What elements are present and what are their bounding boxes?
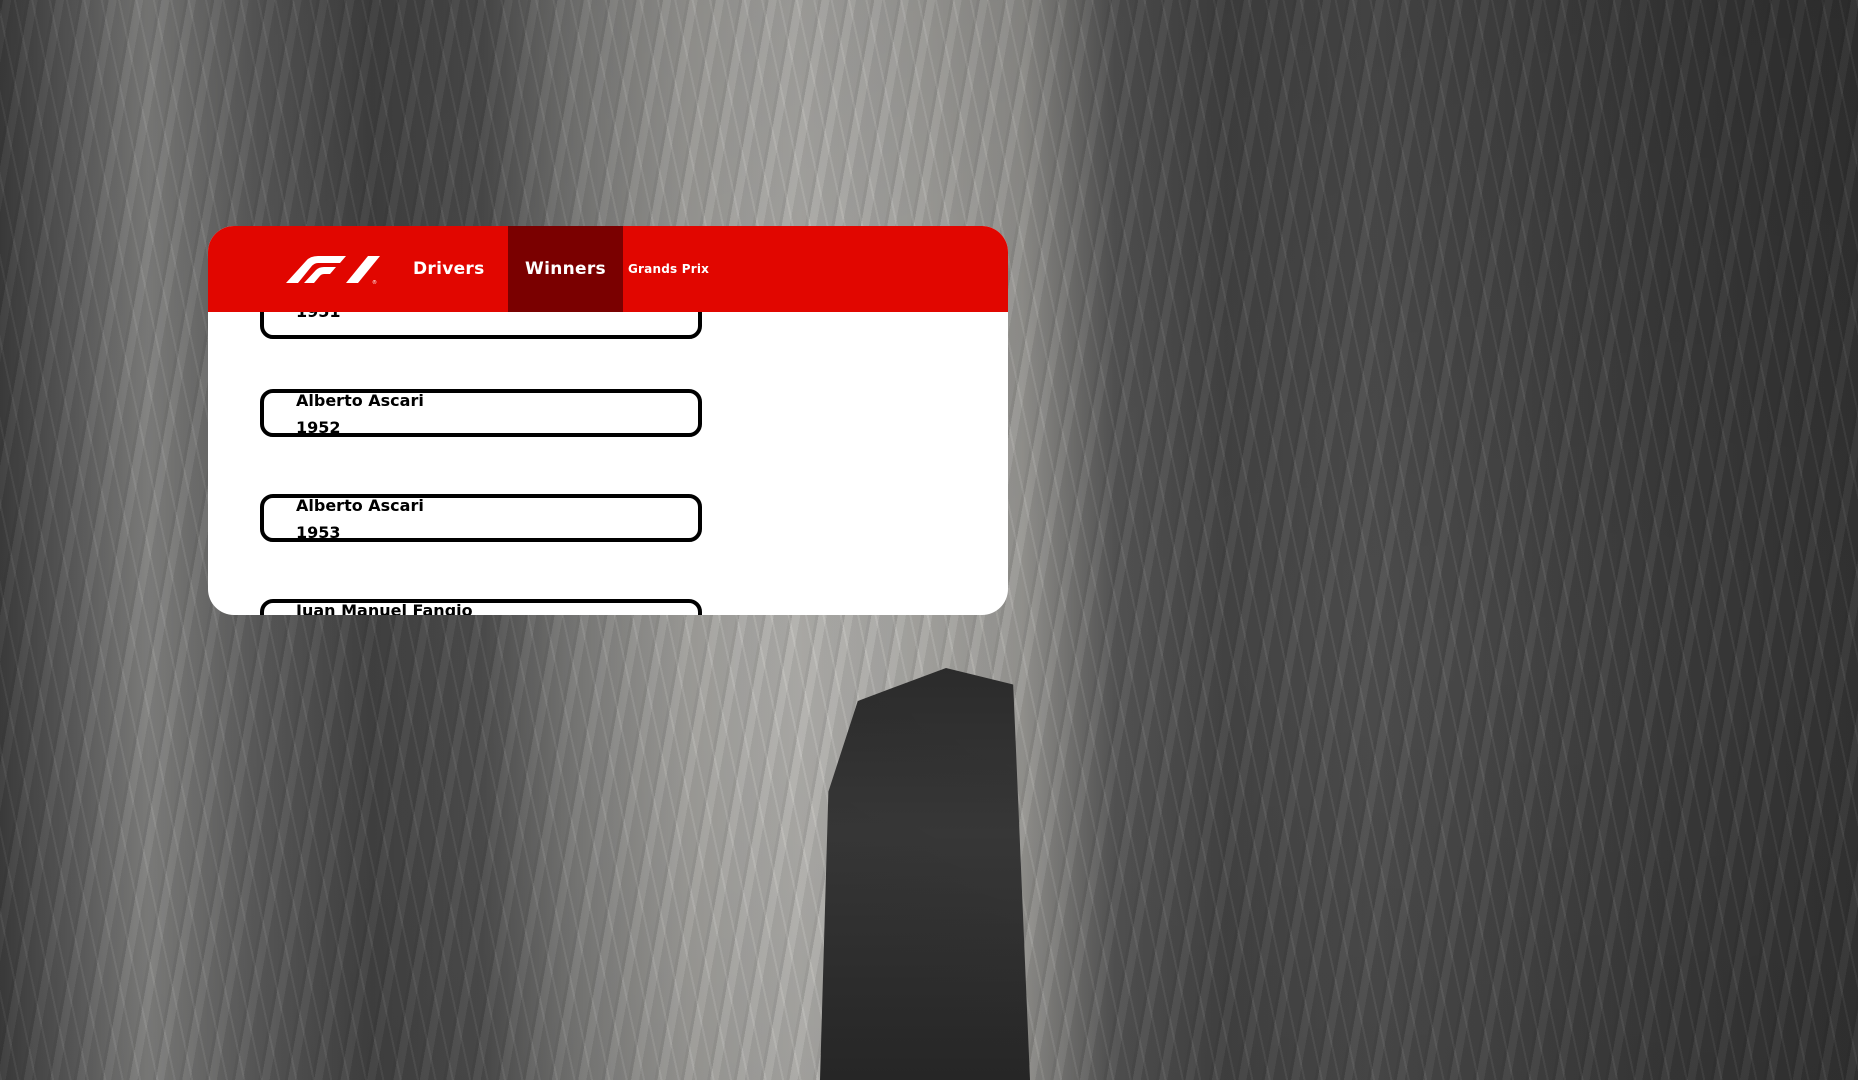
winning-year: 1953 (296, 523, 341, 542)
tab-drivers[interactable]: Drivers (413, 226, 485, 312)
list-item[interactable]: Juan Manuel Fangio (260, 599, 702, 615)
tab-winners[interactable]: Winners (508, 226, 623, 312)
driver-name: Alberto Ascari (296, 391, 424, 410)
winning-year: 1952 (296, 418, 341, 437)
winners-panel: ® Drivers Winners Grands Prix 1951 Alber… (208, 226, 1008, 615)
driver-name: Juan Manuel Fangio (296, 601, 473, 615)
driver-name: Alberto Ascari (296, 496, 424, 515)
top-nav-bar: ® Drivers Winners Grands Prix (208, 226, 1008, 312)
tab-grands-prix[interactable]: Grands Prix (628, 226, 709, 312)
list-item[interactable]: Alberto Ascari 1953 (260, 494, 702, 542)
list-item[interactable]: Alberto Ascari 1952 (260, 389, 702, 437)
nav-tabs: Drivers Winners Grands Prix (208, 226, 1008, 312)
